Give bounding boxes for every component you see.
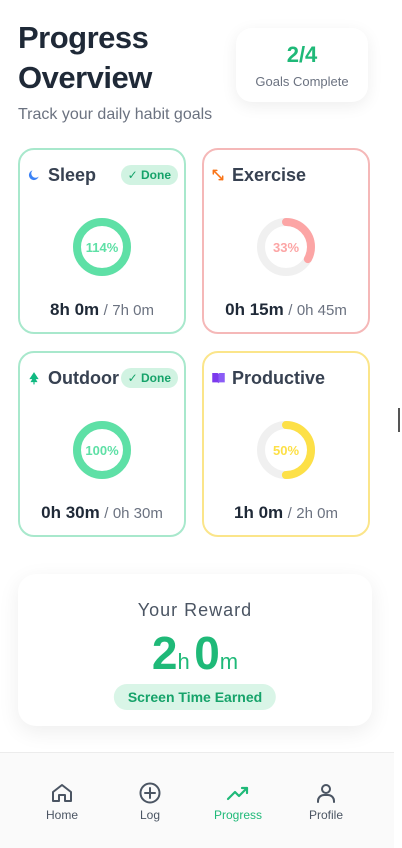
nav-label-log: Log bbox=[139, 808, 161, 822]
goals-complete-value: 2/4 bbox=[286, 41, 318, 67]
time-separator: / bbox=[103, 302, 108, 319]
nav-item-log[interactable]: Log bbox=[105, 753, 195, 848]
nav-label-progress: Progress bbox=[213, 808, 263, 822]
time-goal: 2h 0m bbox=[296, 505, 338, 522]
time-separator: / bbox=[287, 505, 292, 522]
trending-icon bbox=[226, 781, 250, 805]
page-title: Progress Overview bbox=[18, 20, 152, 95]
done-badge: ✓ Done bbox=[120, 368, 178, 388]
time-logged: 1h 0m bbox=[234, 503, 284, 522]
time-line: 0h 15m / 0h 45m bbox=[204, 300, 368, 320]
habit-card-outdoor[interactable]: Outdoor ✓ Done 100% 0h 30m / 0h 30m bbox=[18, 351, 186, 537]
reward-time: 2h 0m bbox=[18, 626, 372, 680]
screen-time-badge: Screen Time Earned bbox=[113, 684, 277, 710]
reward-hours-unit: h bbox=[177, 649, 190, 674]
home-icon bbox=[50, 781, 74, 805]
progress-percent: 114% bbox=[85, 239, 119, 255]
nav-item-progress[interactable]: Progress bbox=[193, 753, 283, 848]
habit-card-sleep[interactable]: Sleep ✓ Done 114% 8h 0m / 7h 0m bbox=[18, 148, 186, 334]
time-goal: 7h 0m bbox=[112, 302, 154, 319]
time-goal: 0h 45m bbox=[296, 302, 347, 319]
reward-hours: 2 bbox=[151, 627, 178, 679]
time-line: 0h 30m / 0h 30m bbox=[20, 503, 184, 523]
bottom-nav: Home Log Progress Profile bbox=[0, 752, 394, 848]
arrows-expand-icon bbox=[210, 167, 226, 183]
time-logged: 8h 0m bbox=[50, 300, 100, 319]
reward-card: Your Reward 2h 0m Screen Time Earned bbox=[18, 574, 372, 726]
progress-ring: 114% bbox=[71, 216, 133, 278]
nav-label-home: Home bbox=[45, 808, 78, 822]
progress-percent: 33% bbox=[272, 239, 300, 255]
time-separator: / bbox=[104, 505, 109, 522]
scroll-indicator bbox=[398, 408, 400, 432]
time-line: 1h 0m / 2h 0m bbox=[204, 503, 368, 523]
book-icon bbox=[210, 370, 226, 386]
habit-card-exercise[interactable]: Exercise 33% 0h 15m / 0h 45m bbox=[202, 148, 370, 334]
done-badge: ✓ Done bbox=[120, 165, 178, 185]
habit-name: Exercise bbox=[232, 164, 307, 185]
habit-name: Outdoor bbox=[48, 367, 119, 388]
habit-name: Sleep bbox=[48, 164, 97, 185]
page-subtitle: Track your daily habit goals bbox=[18, 106, 213, 123]
reward-minutes-unit: m bbox=[219, 649, 239, 674]
habit-name: Productive bbox=[232, 367, 326, 388]
user-icon bbox=[314, 781, 338, 805]
time-logged: 0h 15m bbox=[225, 300, 284, 319]
nav-item-profile[interactable]: Profile bbox=[281, 753, 371, 848]
moon-icon bbox=[26, 167, 42, 183]
tree-icon bbox=[26, 370, 42, 386]
plus-circle-icon bbox=[138, 781, 162, 805]
time-logged: 0h 30m bbox=[41, 503, 100, 522]
page-header: Progress Overview Track your daily habit… bbox=[18, 18, 238, 124]
goals-complete-card: 2/4 Goals Complete bbox=[236, 28, 368, 102]
progress-percent: 50% bbox=[272, 442, 300, 458]
nav-label-profile: Profile bbox=[308, 808, 343, 822]
reward-title: Your Reward bbox=[137, 600, 253, 620]
habit-card-productive[interactable]: Productive 50% 1h 0m / 2h 0m bbox=[202, 351, 370, 537]
progress-percent: 100% bbox=[85, 442, 119, 458]
time-separator: / bbox=[288, 302, 293, 319]
time-goal: 0h 30m bbox=[112, 505, 163, 522]
goals-complete-label: Goals Complete bbox=[255, 73, 349, 89]
progress-ring: 33% bbox=[255, 216, 317, 278]
progress-ring: 100% bbox=[71, 419, 133, 481]
nav-item-home[interactable]: Home bbox=[17, 753, 107, 848]
progress-ring: 50% bbox=[255, 419, 317, 481]
reward-minutes: 0 bbox=[194, 627, 220, 679]
time-line: 8h 0m / 7h 0m bbox=[20, 300, 184, 320]
